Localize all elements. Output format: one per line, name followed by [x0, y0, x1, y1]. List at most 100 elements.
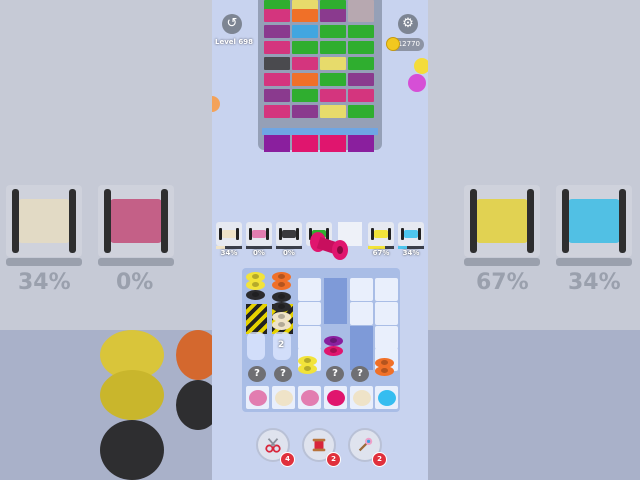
coin-icon: [386, 37, 400, 51]
yarn-cell: [320, 9, 346, 22]
spool-percent: 34%: [220, 249, 238, 257]
game-board: 2 ? ? ? ?: [242, 268, 400, 412]
spool-percent: 67%: [372, 249, 390, 257]
background-spool-cyan: [556, 185, 632, 257]
board-tile[interactable]: [298, 326, 321, 349]
background-spool-pink: [98, 185, 174, 257]
disc-black[interactable]: [272, 292, 291, 302]
yarn-cell: [320, 25, 346, 38]
spool-black: [282, 230, 296, 238]
yarn-cell: [264, 73, 290, 86]
side-button-yellow[interactable]: [414, 58, 428, 74]
yarn-cell: [348, 57, 374, 70]
hidden-disc[interactable]: ?: [274, 366, 292, 382]
yarn-cell: [292, 41, 318, 54]
disc-black[interactable]: [246, 290, 265, 300]
disc-orange[interactable]: [272, 280, 291, 290]
board-tile[interactable]: [375, 326, 398, 349]
hidden-disc[interactable]: ?: [326, 366, 344, 382]
yarn-cell: [264, 57, 290, 70]
board-tile[interactable]: [375, 278, 398, 301]
background-progress-bar: [464, 258, 540, 266]
board-tile[interactable]: [350, 278, 373, 301]
spool-slot[interactable]: [398, 222, 424, 246]
yarn-cell: [348, 25, 374, 38]
disc-pink[interactable]: [249, 390, 267, 406]
board-tile[interactable]: [298, 278, 321, 301]
yarn-cell: [348, 73, 374, 86]
background-percent: 34%: [568, 270, 621, 295]
disc-cream[interactable]: [272, 320, 291, 330]
background-percent: 34%: [18, 270, 71, 295]
yarn-output-pink: [292, 135, 318, 152]
disc-purple[interactable]: [324, 336, 343, 346]
disc-orange[interactable]: [375, 366, 394, 376]
yarn-cell: [292, 25, 318, 38]
disc-pink[interactable]: [301, 390, 319, 406]
scissors-booster[interactable]: 4: [256, 428, 295, 467]
yarn-cell: [292, 57, 318, 70]
side-tab[interactable]: [212, 96, 220, 112]
magic-wand-icon: [358, 437, 373, 452]
game-screen: ↺ Level 698 ⚙ 12770 34% 0% 0% 67% 34% 2 …: [212, 0, 428, 480]
spool-slot[interactable]: [368, 222, 394, 246]
disc-cyan[interactable]: [378, 390, 396, 406]
blocked-tile: [324, 278, 347, 324]
background-percent: 67%: [476, 270, 529, 295]
yarn-conveyor: [262, 128, 378, 135]
yarn-cell: [348, 89, 374, 102]
spool-cyan: [404, 230, 418, 238]
disc-cream[interactable]: [275, 390, 293, 406]
spool-percent: 0%: [283, 249, 295, 257]
spool-slot[interactable]: [276, 222, 302, 246]
yarn-cell: [320, 105, 346, 118]
disc-pink[interactable]: [324, 346, 343, 356]
yarn-cell: [264, 89, 290, 102]
yarn-output-purple: [264, 135, 290, 152]
hidden-disc[interactable]: ?: [351, 366, 369, 382]
booster-count: 4: [280, 452, 295, 467]
background-spool-cream: [6, 185, 82, 257]
magic-booster[interactable]: 2: [348, 428, 387, 467]
booster-count: 2: [326, 452, 341, 467]
spool-slot[interactable]: [246, 222, 272, 246]
disc-black[interactable]: [272, 302, 291, 312]
yarn-cell: [348, 41, 374, 54]
background-disc: [100, 420, 164, 480]
board-tile[interactable]: [298, 302, 321, 325]
spool-cream: [222, 230, 236, 238]
hazard-tile: [246, 304, 267, 334]
spool-pink: [252, 230, 266, 238]
yarn-cell: [320, 57, 346, 70]
background-board-right: [428, 330, 640, 480]
disc-pink[interactable]: [327, 390, 345, 406]
yarn-cell: [320, 41, 346, 54]
stack-count: 2: [278, 340, 285, 350]
side-button-pink[interactable]: [408, 74, 426, 92]
spool-percent: 34%: [402, 249, 420, 257]
yarn-cell: [264, 41, 290, 54]
yarn-cell: [292, 9, 318, 22]
board-tile[interactable]: [375, 302, 398, 325]
gear-icon[interactable]: ⚙: [398, 14, 418, 34]
hidden-disc[interactable]: ?: [248, 366, 266, 382]
yarn-cell: [264, 105, 290, 118]
yarn-cell: [348, 9, 374, 22]
background-disc: [100, 370, 164, 420]
thread-booster[interactable]: 2: [302, 428, 341, 467]
disc-cream[interactable]: [353, 390, 371, 406]
booster-count: 2: [372, 452, 387, 467]
background-progress-bar: [98, 258, 174, 266]
flying-spool-icon: [310, 232, 348, 260]
disc-yellow[interactable]: [246, 280, 265, 290]
undo-icon[interactable]: ↺: [222, 14, 242, 34]
spool-slot[interactable]: [216, 222, 242, 246]
blocked-tile: [350, 326, 373, 370]
board-tile[interactable]: [350, 302, 373, 325]
spool-yellow: [374, 230, 388, 238]
yarn-cell: [320, 89, 346, 102]
yarn-cell: [264, 9, 290, 22]
disc-yellow[interactable]: [298, 364, 317, 374]
yarn-cell: [320, 73, 346, 86]
yarn-cell: [348, 105, 374, 118]
